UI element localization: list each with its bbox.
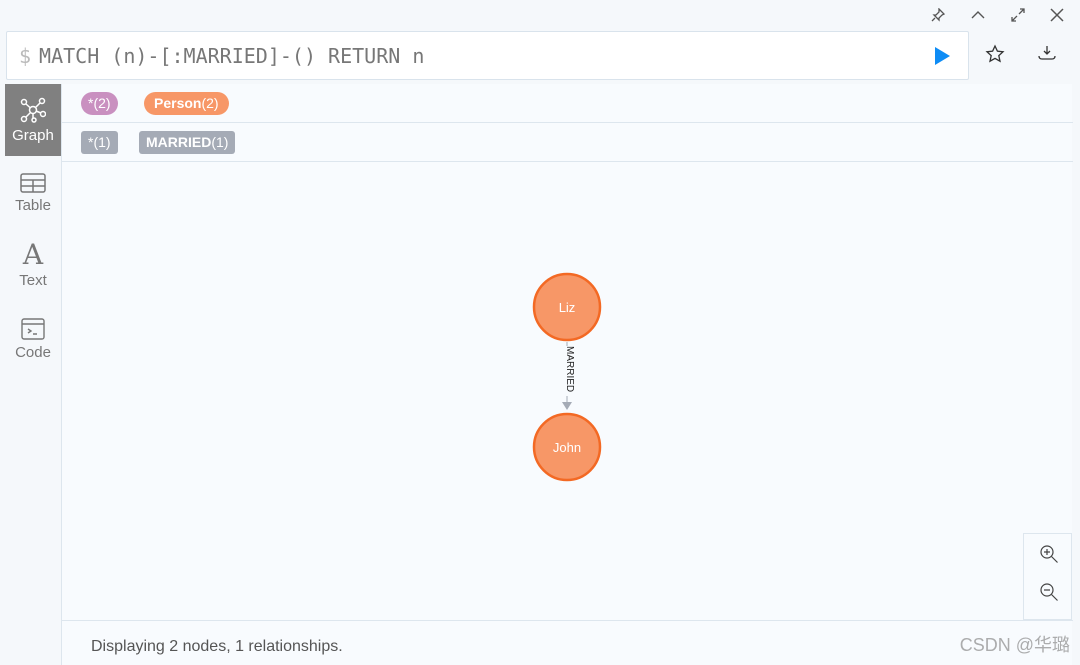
prompt-symbol: $	[19, 44, 32, 68]
sidebar-item-label: Table	[15, 196, 51, 214]
zoom-in-button[interactable]	[1039, 544, 1059, 569]
relationship-types-legend: *(1) MARRIED(1)	[62, 123, 1073, 162]
watermark: CSDN @华璐	[959, 635, 1070, 655]
pin-icon[interactable]	[929, 6, 947, 24]
run-button[interactable]	[932, 46, 952, 66]
export-button[interactable]	[1038, 45, 1056, 66]
expand-icon[interactable]	[1009, 6, 1027, 24]
node-caption: John	[553, 440, 581, 455]
node-john[interactable]: John	[532, 412, 602, 482]
status-bar: Displaying 2 nodes, 1 relationships.	[62, 620, 1073, 665]
star-icon	[985, 44, 1005, 63]
sidebar-item-label: Code	[15, 343, 51, 361]
graph-icon	[20, 97, 46, 123]
sidebar-item-label: Text	[19, 271, 47, 289]
table-icon	[20, 172, 46, 193]
graph-canvas: MARRIED Liz John	[532, 272, 602, 482]
relationship-caption: MARRIED	[564, 346, 575, 392]
text-icon: A	[22, 237, 44, 271]
zoom-controls	[1023, 533, 1072, 620]
collapse-icon[interactable]	[969, 6, 987, 24]
play-icon	[935, 47, 950, 65]
favorite-button[interactable]	[985, 44, 1005, 69]
label-pill-all[interactable]: *(2)	[81, 92, 118, 115]
status-text: Displaying 2 nodes, 1 relationships.	[91, 638, 343, 655]
query-editor[interactable]: $ MATCH (n)-[:MARRIED]-() RETURN n	[6, 31, 969, 80]
zoom-in-icon	[1040, 545, 1058, 563]
close-icon[interactable]	[1048, 6, 1066, 24]
zoom-out-button[interactable]	[1039, 582, 1059, 607]
node-caption: Liz	[559, 300, 576, 315]
relationship-arrow	[562, 402, 572, 410]
graph-panel: *(2) Person(2) *(1) MARRIED(1) MARRIED L…	[61, 84, 1073, 665]
node-labels-legend: *(2) Person(2)	[62, 84, 1073, 123]
query-text[interactable]: MATCH (n)-[:MARRIED]-() RETURN n	[39, 44, 424, 68]
reltype-pill-married[interactable]: MARRIED(1)	[139, 131, 236, 154]
sidebar-item-text[interactable]: A Text	[5, 232, 61, 298]
zoom-out-icon	[1040, 583, 1058, 601]
sidebar-item-table[interactable]: Table	[5, 160, 61, 226]
sidebar-item-graph[interactable]: Graph	[5, 84, 61, 156]
node-liz[interactable]: Liz	[532, 272, 602, 342]
label-pill-person[interactable]: Person(2)	[144, 92, 229, 115]
sidebar-item-code[interactable]: Code	[5, 306, 61, 372]
sidebar-item-label: Graph	[12, 126, 54, 144]
reltype-pill-all[interactable]: *(1)	[81, 131, 118, 154]
code-icon	[21, 317, 45, 340]
download-icon	[1038, 46, 1056, 60]
